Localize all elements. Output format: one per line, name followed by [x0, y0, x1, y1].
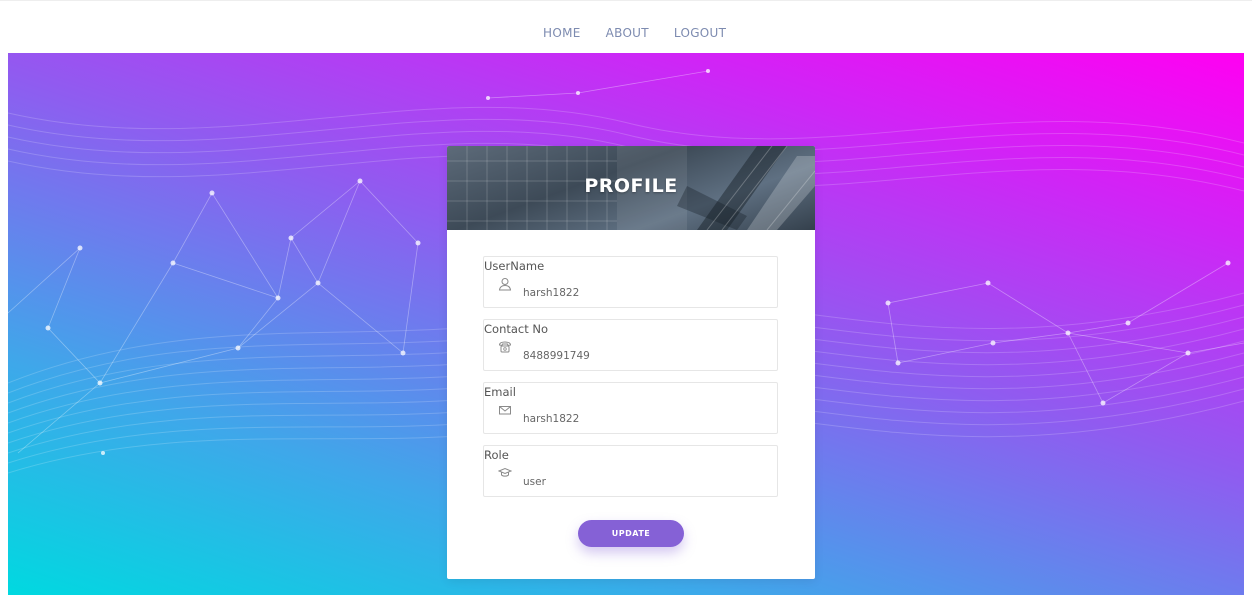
profile-card: PROFILE UserName harsh1822 Contact No 84… — [447, 146, 815, 579]
phone-icon — [498, 341, 512, 353]
nav-home-link[interactable]: HOME — [543, 26, 581, 40]
email-field[interactable]: Email harsh1822 — [483, 382, 778, 434]
email-value: harsh1822 — [523, 413, 580, 425]
nav-menu: HOME ABOUT LOGOUT — [543, 26, 726, 40]
username-field[interactable]: UserName harsh1822 — [483, 256, 778, 308]
graduation-cap-icon — [498, 467, 512, 477]
profile-card-header: PROFILE — [447, 146, 815, 230]
role-value: user — [523, 476, 546, 488]
username-value: harsh1822 — [523, 287, 580, 299]
envelope-icon — [499, 406, 511, 415]
email-label: Email — [484, 385, 516, 399]
update-button[interactable]: UPDATE — [578, 520, 684, 547]
username-label: UserName — [484, 259, 545, 273]
contact-value: 8488991749 — [523, 350, 590, 362]
contact-label: Contact No — [484, 322, 549, 336]
user-icon — [498, 278, 512, 291]
contact-field[interactable]: Contact No 8488991749 — [483, 319, 778, 371]
profile-title: PROFILE — [584, 175, 678, 197]
nav-logout-link[interactable]: LOGOUT — [674, 26, 726, 40]
role-label: Role — [484, 448, 509, 462]
nav-about-link[interactable]: ABOUT — [606, 26, 649, 40]
role-field[interactable]: Role user — [483, 445, 778, 497]
top-navbar: HOME ABOUT LOGOUT — [0, 0, 1252, 52]
